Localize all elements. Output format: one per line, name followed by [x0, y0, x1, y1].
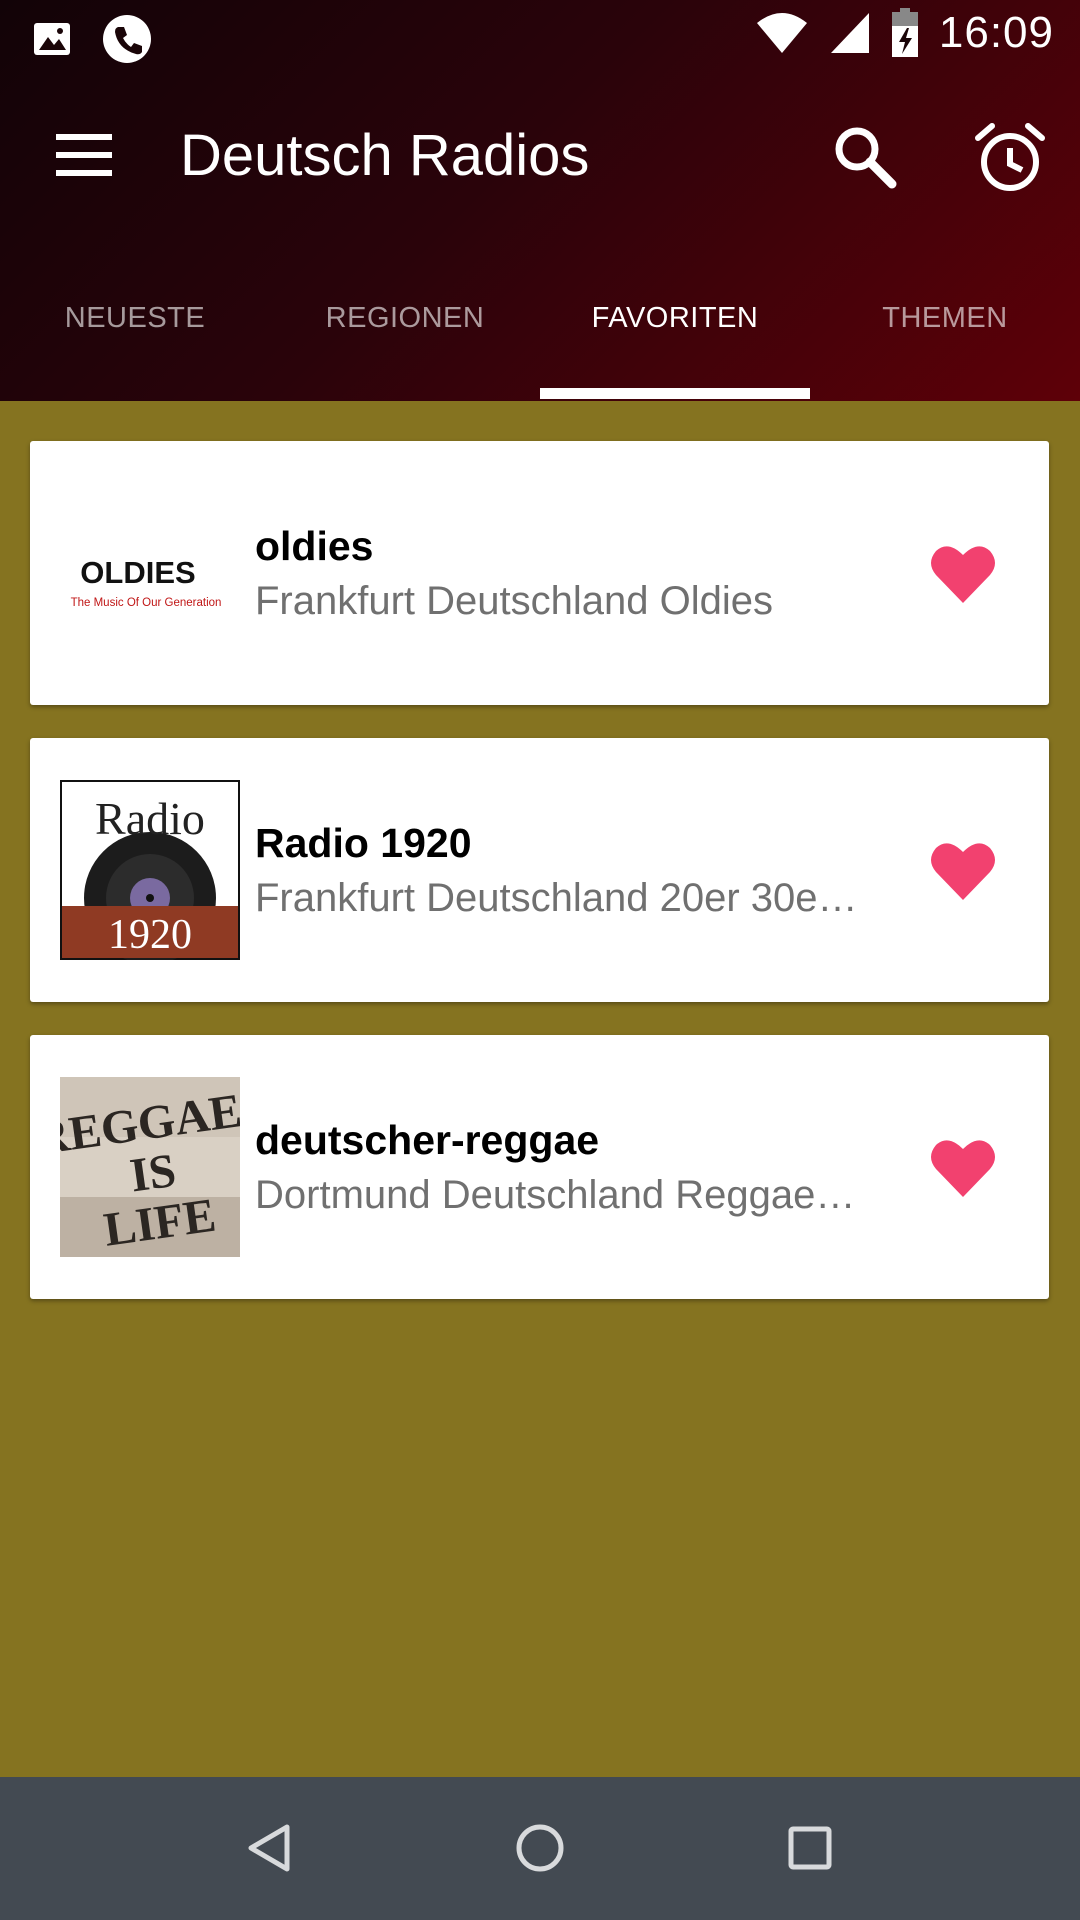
phone-icon: [103, 15, 151, 63]
system-nav-bar: [0, 1777, 1080, 1920]
station-card[interactable]: REGGAE IS LIFE deutscher-reggae Dortmund…: [30, 1035, 1049, 1299]
station-logo: OLDIES The Music Of Our Generation: [60, 483, 240, 663]
heart-icon[interactable]: [930, 840, 996, 902]
heart-icon[interactable]: [930, 543, 996, 605]
station-name: Radio 1920: [255, 820, 472, 866]
logo-text: Radio: [95, 793, 205, 844]
heart-icon[interactable]: [930, 1137, 996, 1199]
logo-year: 1920: [108, 912, 192, 958]
station-subtitle: Dortmund Deutschland Reggae…: [255, 1173, 856, 1217]
tab-bar: NEUESTE REGIONEN FAVORITEN THEMEN: [0, 270, 1080, 401]
app-bar: 16:09 Deutsch Radios NEUESTE REGIONEN FA…: [0, 0, 1080, 401]
station-logo: Radio 1920: [60, 780, 240, 960]
station-card[interactable]: Radio 1920 Radio 1920 Frankfurt Deutschl…: [30, 738, 1049, 1002]
signal-icon: [830, 13, 869, 53]
logo-text: OLDIES: [80, 555, 195, 590]
station-logo: REGGAE IS LIFE: [60, 1077, 240, 1257]
image-icon: [34, 23, 70, 55]
wifi-icon: [756, 13, 807, 53]
app-title: Deutsch Radios: [180, 123, 590, 188]
station-name: deutscher-reggae: [255, 1117, 600, 1163]
menu-icon[interactable]: [56, 130, 112, 180]
toolbar: Deutsch Radios: [0, 72, 1080, 242]
search-icon[interactable]: [830, 122, 900, 192]
station-subtitle: Frankfurt Deutschland 20er 30e…: [255, 876, 858, 920]
tab-themen[interactable]: THEMEN: [810, 270, 1080, 401]
status-time: 16:09: [938, 8, 1054, 57]
tab-neueste[interactable]: NEUESTE: [0, 270, 270, 401]
tab-indicator: [540, 388, 810, 399]
station-name: oldies: [255, 523, 374, 569]
recents-icon[interactable]: [775, 1813, 845, 1883]
station-card[interactable]: OLDIES The Music Of Our Generation oldie…: [30, 441, 1049, 705]
home-icon[interactable]: [505, 1813, 575, 1883]
alarm-icon[interactable]: [972, 120, 1048, 196]
logo-tagline: The Music Of Our Generation: [71, 597, 222, 609]
back-icon[interactable]: [235, 1813, 305, 1883]
status-bar: 16:09: [0, 0, 1080, 72]
battery-icon: [891, 8, 918, 57]
station-subtitle: Frankfurt Deutschland Oldies: [255, 579, 774, 623]
tab-favoriten[interactable]: FAVORITEN: [540, 270, 810, 401]
tab-regionen[interactable]: REGIONEN: [270, 270, 540, 401]
